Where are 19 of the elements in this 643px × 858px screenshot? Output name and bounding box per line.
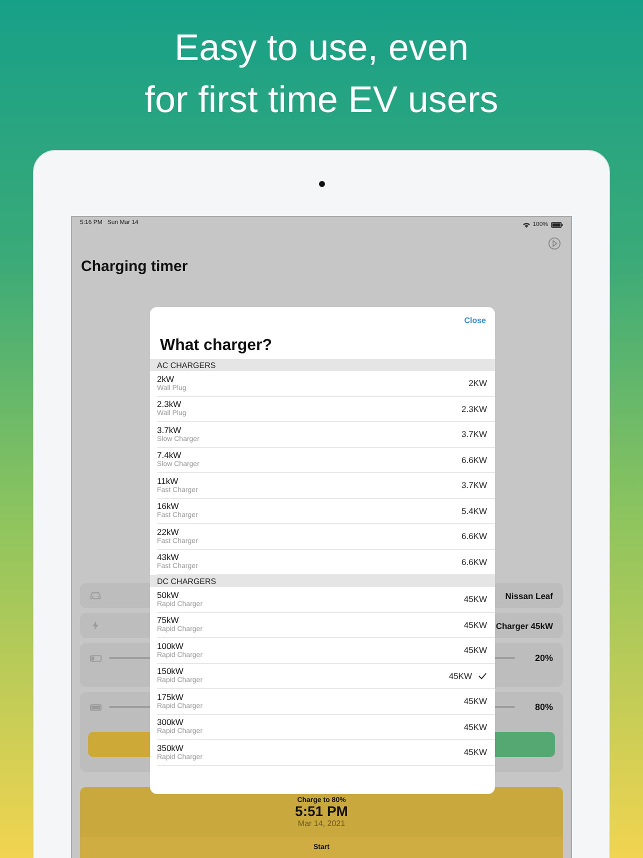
bolt-icon — [90, 621, 101, 630]
section-header: AC CHARGERS — [150, 359, 495, 371]
setting-value: Charger 45kW — [496, 620, 553, 630]
camera-dot — [318, 181, 324, 187]
result-time: 5:51 PM — [295, 804, 348, 819]
setting-value: Nissan Leaf — [505, 590, 553, 600]
headline: Easy to use, even — [174, 26, 469, 70]
low-battery-icon — [90, 654, 103, 662]
dialog-title: What charger? — [159, 336, 274, 356]
battery-icon — [551, 222, 563, 228]
result-date: Mar 14, 2021 — [298, 819, 346, 828]
slider-reading: 80% — [534, 702, 553, 712]
car-icon — [90, 591, 101, 600]
wifi-icon — [522, 222, 530, 228]
full-battery-icon — [90, 704, 103, 710]
section-header: DC CHARGERS — [150, 575, 495, 587]
headline: for first time EV users — [144, 78, 498, 122]
slider-reading: 20% — [534, 653, 553, 663]
page-title: Charging timer — [80, 257, 189, 275]
